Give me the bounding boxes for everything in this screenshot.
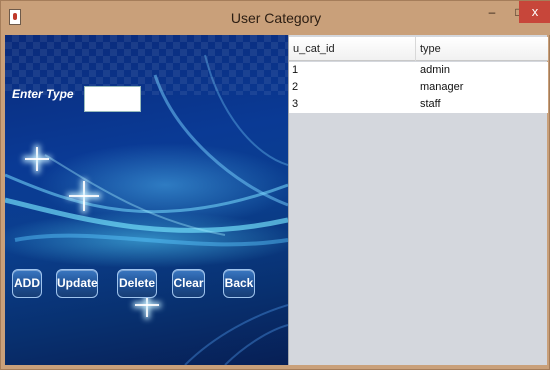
table-row[interactable]: 2 manager [289, 79, 548, 96]
category-table-panel[interactable]: u_cat_id type 1 admin 2 manager 3 staff [288, 35, 548, 365]
back-button[interactable]: Back [223, 269, 255, 298]
cell-u-cat-id: 1 [292, 64, 299, 76]
sparkle-icon [25, 147, 49, 171]
cell-type: staff [420, 98, 441, 110]
cell-u-cat-id: 2 [292, 81, 299, 93]
window-title: User Category [230, 10, 322, 26]
cell-type: manager [420, 81, 464, 93]
update-button[interactable]: Update [56, 269, 98, 298]
enter-type-label: Enter Type [12, 87, 74, 101]
add-button[interactable]: ADD [12, 269, 42, 298]
table-body: 1 admin 2 manager 3 staff [289, 62, 548, 113]
minimize-button[interactable]: – [479, 1, 505, 23]
table-row[interactable]: 3 staff [289, 96, 548, 113]
table-row[interactable]: 1 admin [289, 62, 548, 79]
clear-button[interactable]: Clear [172, 269, 205, 298]
close-button[interactable]: x [519, 1, 550, 23]
column-header-u-cat-id[interactable]: u_cat_id [289, 37, 416, 61]
cell-u-cat-id: 3 [292, 98, 299, 110]
table-header: u_cat_id type [289, 37, 548, 61]
user-category-window: User Category – □ x Enter Type ADD [0, 0, 550, 370]
form-panel: Enter Type ADD Update Delete Clear Back [5, 35, 288, 365]
column-header-type[interactable]: type [416, 37, 548, 61]
window-content: Enter Type ADD Update Delete Clear Back … [5, 35, 548, 365]
type-input[interactable] [84, 86, 141, 112]
cell-type: admin [420, 64, 450, 76]
sparkle-icon [69, 181, 99, 211]
delete-button[interactable]: Delete [117, 269, 157, 298]
title-bar[interactable]: User Category – □ x [1, 1, 550, 35]
